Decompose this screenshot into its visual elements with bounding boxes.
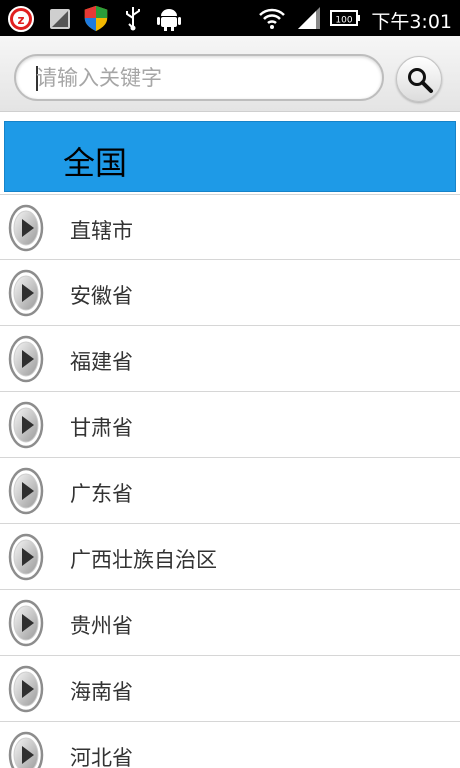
- play-arrow-icon: [8, 269, 44, 317]
- play-arrow-icon: [8, 335, 44, 383]
- list-item-label: 甘肃省: [70, 416, 133, 440]
- play-arrow-icon: [8, 204, 44, 252]
- play-arrow-icon: [8, 467, 44, 515]
- list-item[interactable]: 安徽省: [0, 260, 460, 326]
- status-bar: z 100 下午3:01: [0, 0, 460, 36]
- search-input[interactable]: [36, 64, 366, 92]
- cell-signal-icon: [298, 7, 320, 29]
- list-item-label: 直辖市: [70, 219, 133, 243]
- play-arrow-icon: [8, 731, 44, 768]
- battery-icon: 100: [330, 10, 360, 26]
- list-item-label: 广西壮族自治区: [70, 548, 217, 572]
- list-item-label: 广东省: [70, 482, 133, 506]
- alarm-icon: z: [8, 6, 34, 32]
- list-item-label: 河北省: [70, 746, 133, 768]
- play-arrow-icon: [8, 665, 44, 713]
- region-header[interactable]: 全国: [4, 121, 456, 192]
- list-item-label: 贵州省: [70, 614, 133, 638]
- search-icon: [408, 68, 433, 93]
- usb-icon: [126, 7, 140, 31]
- region-header-title: 全国: [63, 144, 128, 182]
- wifi-icon: [259, 8, 285, 29]
- list-item[interactable]: 广东省: [0, 458, 460, 524]
- list-item-label: 海南省: [70, 680, 133, 704]
- list-item[interactable]: 贵州省: [0, 590, 460, 656]
- play-arrow-icon: [8, 533, 44, 581]
- search-button[interactable]: [396, 56, 442, 102]
- list-item[interactable]: 广西壮族自治区: [0, 524, 460, 590]
- region-list: 直辖市 安徽省 福建省 甘肃省 广东省 广西壮族自治区 贵州省 海南省 河北省: [0, 194, 460, 768]
- signal-app-icon: [50, 9, 70, 29]
- play-arrow-icon: [8, 401, 44, 449]
- clock: 下午3:01: [371, 11, 452, 33]
- shield-icon: [84, 5, 108, 32]
- svg-text:z: z: [18, 13, 25, 27]
- list-item[interactable]: 海南省: [0, 656, 460, 722]
- play-arrow-icon: [8, 599, 44, 647]
- list-item-label: 福建省: [70, 350, 133, 374]
- list-item[interactable]: 河北省: [0, 722, 460, 768]
- search-field-container[interactable]: [14, 54, 384, 101]
- list-item[interactable]: 甘肃省: [0, 392, 460, 458]
- svg-text:100: 100: [335, 16, 352, 26]
- list-item[interactable]: 福建省: [0, 326, 460, 392]
- search-bar: [0, 36, 460, 112]
- list-item[interactable]: 直辖市: [0, 194, 460, 260]
- list-item-label: 安徽省: [70, 284, 133, 308]
- android-debug-icon: [157, 9, 181, 31]
